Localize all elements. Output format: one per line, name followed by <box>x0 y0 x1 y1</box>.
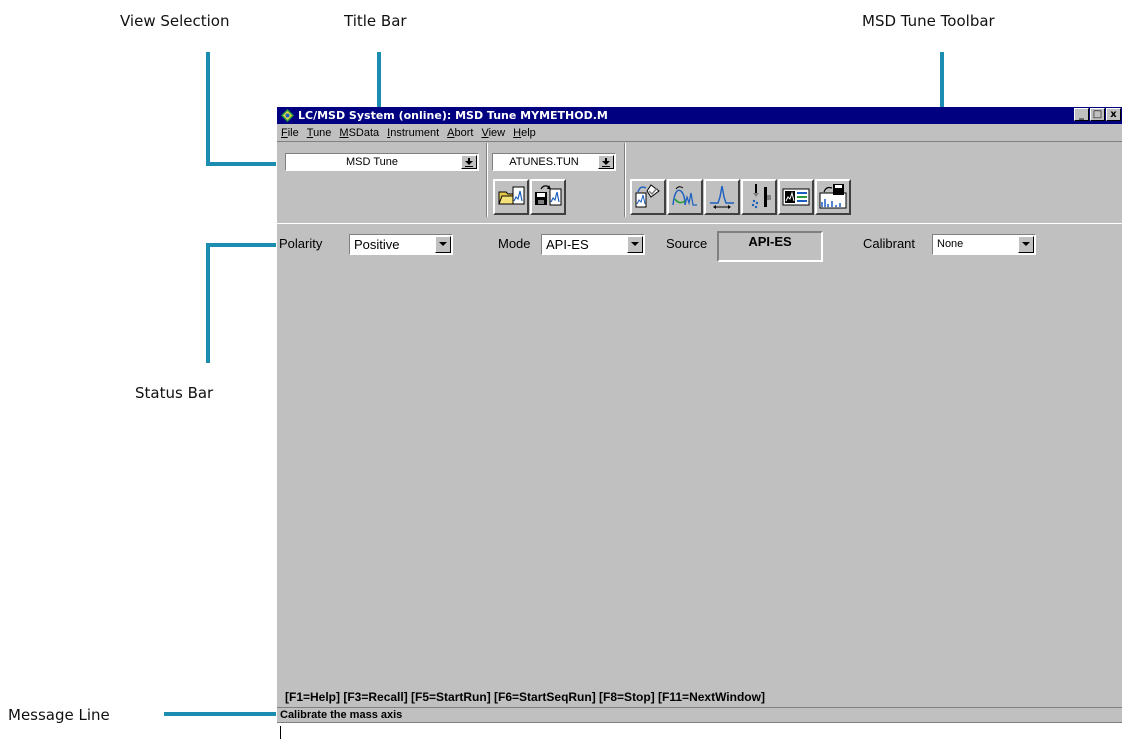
msd-tune-toolbar-callout: MSD Tune Toolbar <box>862 12 995 30</box>
menu-abort[interactable]: Abort <box>443 125 477 141</box>
mode-value: API-ES <box>546 237 589 252</box>
app-icon <box>281 109 294 122</box>
polarity-value: Positive <box>354 237 400 252</box>
text-caret <box>280 726 281 739</box>
close-button[interactable]: x <box>1106 108 1121 121</box>
workspace-area <box>277 267 1122 690</box>
calibrant-dropdown-button[interactable] <box>1018 236 1034 253</box>
dropdown-arrow-icon <box>602 158 610 167</box>
title-bar-leader-line <box>377 52 381 108</box>
mode-dropdown-button[interactable] <box>627 236 643 253</box>
toolbar-separator <box>624 143 626 217</box>
window-title: LC/MSD System (online): MSD Tune MYMETHO… <box>298 109 608 122</box>
view-selection-leader-line <box>206 162 282 166</box>
app-window: LC/MSD System (online): MSD Tune MYMETHO… <box>276 107 1122 740</box>
save-tune-button[interactable] <box>530 179 566 215</box>
menu-instrument[interactable]: Instrument <box>383 125 443 141</box>
autotune-icon <box>635 184 660 208</box>
status-bar-leader-line <box>206 243 210 363</box>
polarity-label: Polarity <box>279 236 323 251</box>
menu-bar: File Tune MSData Instrument Abort View Help <box>277 125 1122 141</box>
view-selection-combo[interactable]: MSD Tune <box>285 153 479 171</box>
save-profile-button[interactable] <box>815 179 851 215</box>
menu-help[interactable]: Help <box>509 125 540 141</box>
save-tune-icon <box>535 185 562 206</box>
chevron-down-icon <box>1022 242 1030 246</box>
message-line-leader-line <box>164 712 276 716</box>
message-line: Calibrate the mass axis <box>277 707 1122 722</box>
load-tune-icon <box>498 186 525 205</box>
view-selection-callout: View Selection <box>120 12 230 30</box>
save-profile-icon <box>819 184 847 209</box>
maximize-button[interactable]: □ <box>1090 108 1105 121</box>
mode-select[interactable]: API-ES <box>541 234 645 255</box>
status-bar-leader-line <box>206 243 276 247</box>
menu-view[interactable]: View <box>477 125 509 141</box>
source-value: API-ES <box>717 231 823 262</box>
function-key-hints: [F1=Help] [F3=Recall] [F5=StartRun] [F6=… <box>285 690 765 704</box>
source-label: Source <box>666 236 708 251</box>
message-line-callout: Message Line <box>8 706 110 724</box>
polarity-select[interactable]: Positive <box>349 234 453 255</box>
calibrant-value: None <box>937 238 964 250</box>
title-bar[interactable]: LC/MSD System (online): MSD Tune MYMETHO… <box>277 107 1122 124</box>
chevron-down-icon <box>631 242 639 246</box>
minimize-button[interactable]: _ <box>1074 108 1089 121</box>
peak-width-icon <box>710 185 734 209</box>
mode-label: Mode <box>498 236 531 251</box>
view-selection-value: MSD Tune <box>346 156 398 168</box>
tune-file-value: ATUNES.TUN <box>509 156 579 168</box>
status-bar: Polarity Positive Mode API-ES Source API… <box>277 223 1122 269</box>
menu-msdata[interactable]: MSData <box>335 125 383 141</box>
command-input[interactable] <box>277 722 1122 740</box>
view-selection-leader-line <box>206 52 210 166</box>
peak-width-button[interactable] <box>704 179 740 215</box>
dropdown-arrow-icon <box>465 158 473 167</box>
calibrant-select[interactable]: None <box>932 234 1036 255</box>
tune-report-icon <box>782 188 810 206</box>
spray-chamber-button[interactable] <box>741 179 777 215</box>
status-bar-callout: Status Bar <box>135 384 214 402</box>
menu-file[interactable]: File <box>277 125 303 141</box>
chevron-down-icon <box>439 242 447 246</box>
title-bar-callout: Title Bar <box>344 12 407 30</box>
tune-file-combo[interactable]: ATUNES.TUN <box>492 153 616 171</box>
menu-tune[interactable]: Tune <box>303 125 336 141</box>
tune-report-button[interactable] <box>778 179 814 215</box>
profile-button[interactable] <box>667 179 703 215</box>
profile-icon <box>672 186 697 206</box>
view-selection-dropdown-button[interactable] <box>461 155 477 169</box>
autotune-button[interactable] <box>630 179 666 215</box>
load-tune-button[interactable] <box>493 179 529 215</box>
polarity-dropdown-button[interactable] <box>435 236 451 253</box>
toolbar-separator <box>486 143 488 217</box>
calibrant-label: Calibrant <box>863 236 916 251</box>
tune-file-dropdown-button[interactable] <box>598 155 614 169</box>
spray-chamber-icon <box>751 184 771 209</box>
